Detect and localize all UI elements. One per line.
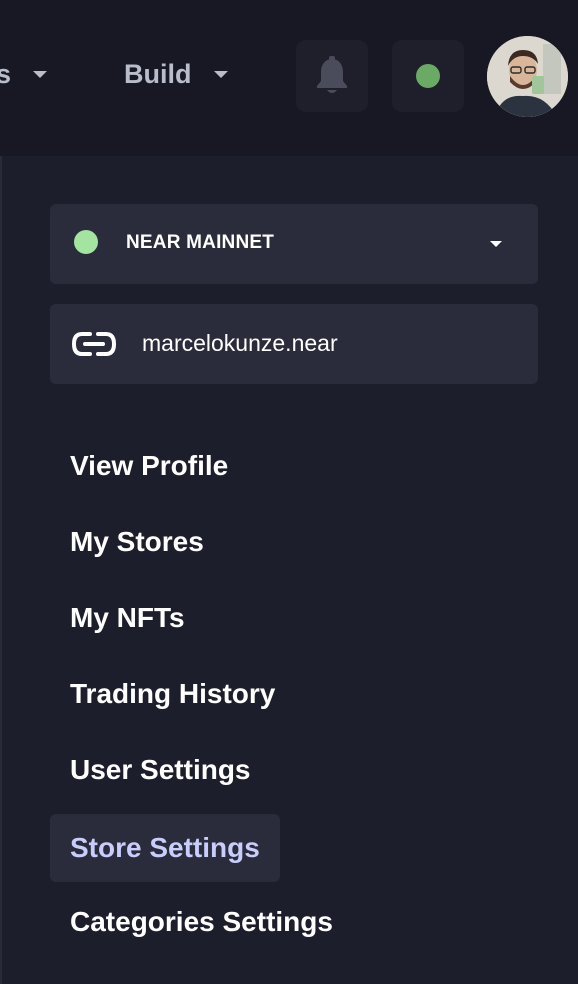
connection-status-button[interactable]: [392, 40, 464, 112]
menu-item-label: My NFTs: [70, 602, 185, 633]
chevron-down-icon: [33, 70, 48, 78]
menu-item-trading-history[interactable]: Trading History: [50, 660, 295, 728]
nav-menu-build-label: Build: [124, 58, 192, 89]
menu-item-label: View Profile: [70, 450, 229, 481]
link-icon: [72, 330, 116, 358]
notifications-button[interactable]: [296, 40, 368, 112]
chevron-down-icon: [490, 241, 502, 247]
account-name: marcelokunze.near: [142, 330, 338, 356]
menu-item-categories-settings[interactable]: Categories Settings: [50, 888, 353, 956]
menu-item-label: User Settings: [70, 754, 251, 785]
top-navbar: s Build: [0, 0, 578, 156]
menu-item-my-nfts[interactable]: My NFTs: [50, 584, 205, 652]
chevron-down-icon: [213, 70, 228, 78]
status-dot-icon: [416, 64, 440, 88]
nav-menu-partial-label: s: [0, 58, 12, 89]
menu-item-label: Trading History: [70, 678, 276, 709]
menu-item-label: My Stores: [70, 526, 204, 557]
nav-menu-partial[interactable]: s: [0, 56, 48, 92]
nav-menu-build[interactable]: Build: [124, 56, 228, 92]
menu-item-view-profile[interactable]: View Profile: [50, 432, 248, 500]
bell-icon: [315, 56, 349, 96]
network-label: NEAR MAINNET: [126, 232, 275, 253]
menu-item-store-settings[interactable]: Store Settings: [50, 814, 280, 882]
account-link[interactable]: marcelokunze.near: [50, 304, 538, 384]
menu-item-user-settings[interactable]: User Settings: [50, 736, 271, 804]
avatar[interactable]: [487, 36, 568, 117]
menu-item-my-stores[interactable]: My Stores: [50, 508, 224, 576]
menu-item-label: Categories Settings: [70, 906, 333, 937]
menu-item-label: Store Settings: [70, 832, 260, 863]
network-selector[interactable]: NEAR MAINNET: [50, 204, 538, 284]
network-status-dot-icon: [74, 230, 98, 254]
